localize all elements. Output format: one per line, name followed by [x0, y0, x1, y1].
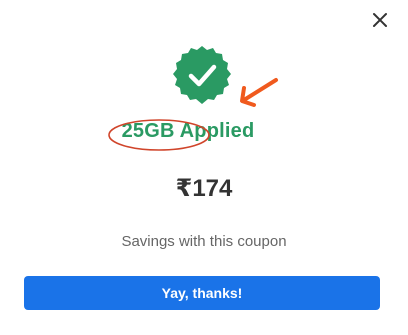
close-button[interactable] [368, 8, 392, 32]
savings-caption: Savings with this coupon [121, 233, 287, 250]
close-icon[interactable] [368, 8, 392, 32]
savings-amount: ₹174 [175, 175, 233, 202]
arrow-annotation-icon [240, 78, 278, 107]
confirm-button[interactable]: Yay, thanks! [24, 276, 380, 310]
coupon-applied-dialog: 25GB Applied ₹174 Savings with this coup… [0, 0, 408, 335]
ellipse-annotation [108, 119, 210, 151]
check-badge-icon [173, 46, 231, 104]
